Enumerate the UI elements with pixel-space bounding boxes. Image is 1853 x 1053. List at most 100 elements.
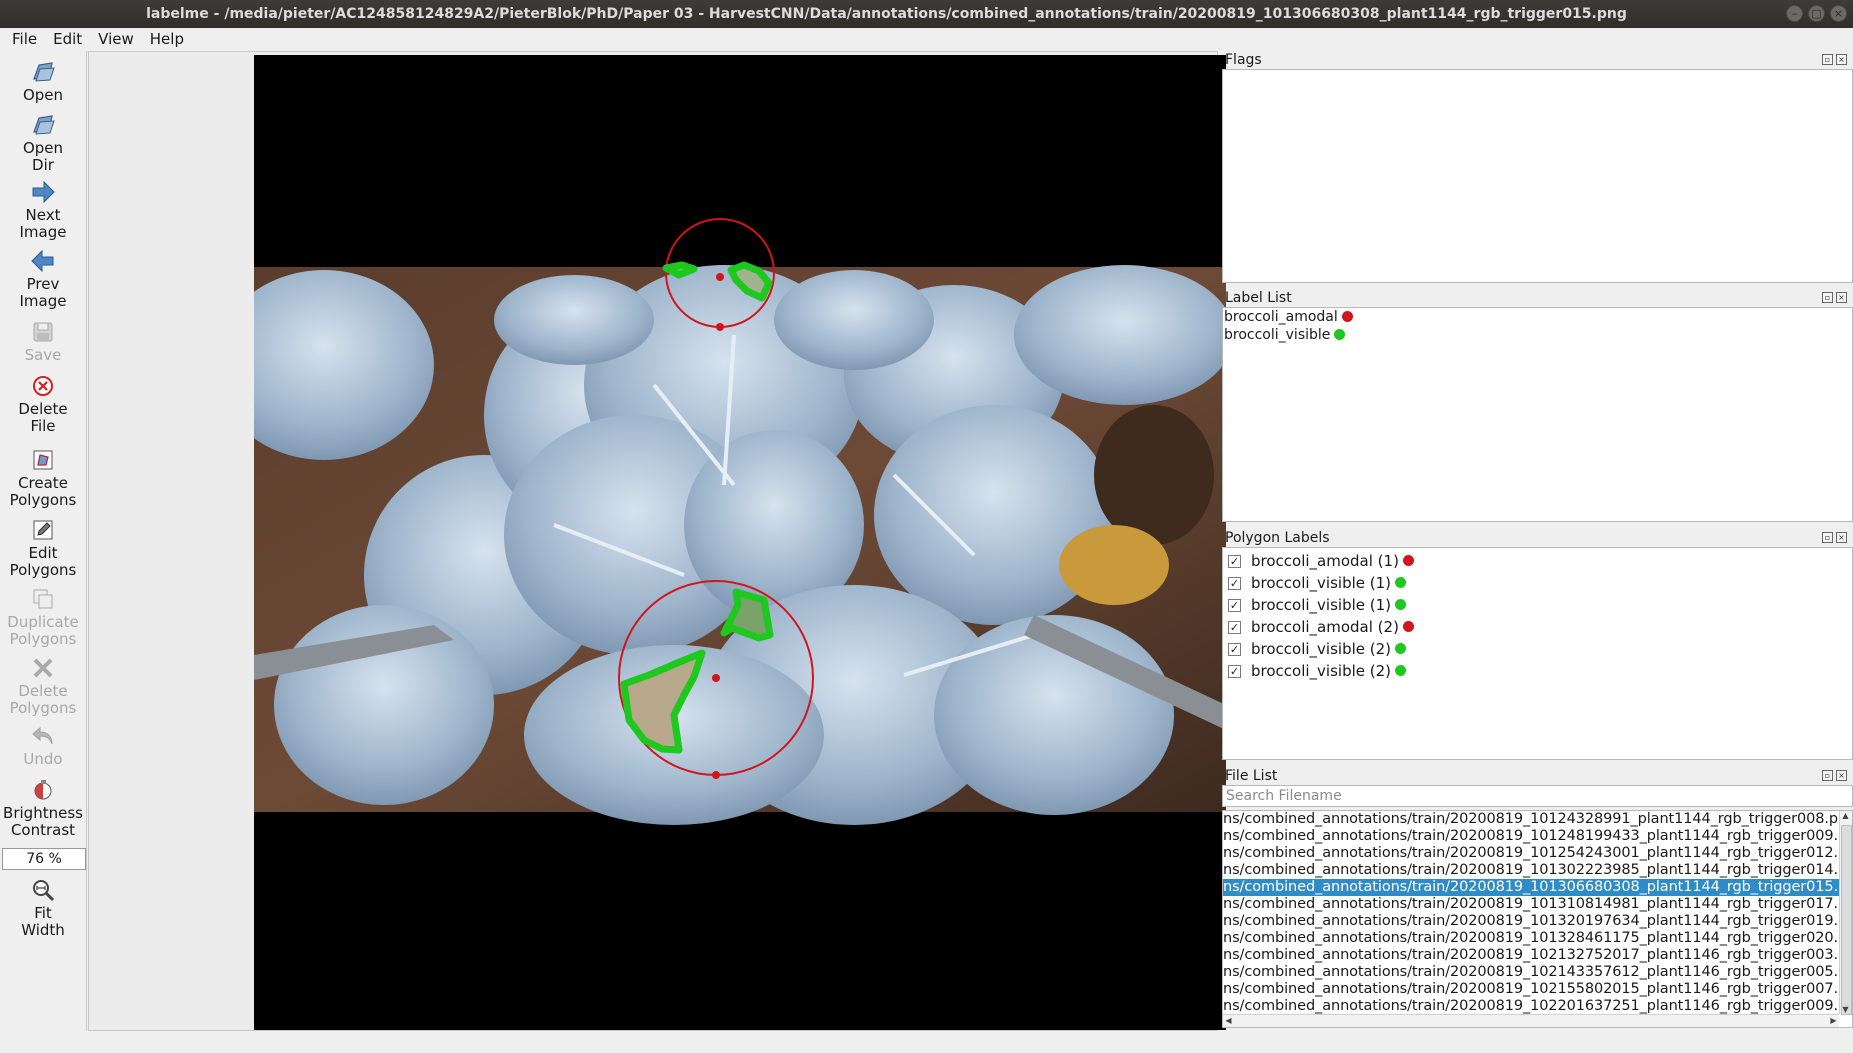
- close-icon[interactable]: ×: [1836, 54, 1847, 65]
- file-list-item[interactable]: ns/combined_annotations/train/20200819_1…: [1223, 998, 1852, 1015]
- open-dir-button[interactable]: Open Dir: [0, 112, 86, 174]
- vertical-scrollbar[interactable]: ▲ ▼: [1839, 811, 1852, 1015]
- save-label: Save: [24, 346, 62, 364]
- file-list-title: File List ▫ ×: [1222, 767, 1853, 785]
- menu-file[interactable]: File: [4, 28, 45, 50]
- create-polygons-label-2: Polygons: [9, 491, 77, 509]
- polygon-label: broccoli_amodal (2): [1251, 618, 1399, 636]
- file-list[interactable]: ns/combined_annotations/train/20200819_1…: [1222, 810, 1853, 1028]
- float-icon[interactable]: ▫: [1822, 532, 1833, 543]
- brightness-label-2: Contrast: [10, 821, 76, 839]
- brightness-contrast-button[interactable]: Brightness Contrast: [0, 777, 86, 839]
- float-icon[interactable]: ▫: [1822, 54, 1833, 65]
- next-label-2: Image: [19, 223, 67, 241]
- delete-file-button[interactable]: Delete File: [0, 373, 86, 435]
- file-list-item[interactable]: ns/combined_annotations/train/20200819_1…: [1223, 947, 1852, 964]
- fit-width-label-2: Width: [21, 921, 65, 939]
- checkbox[interactable]: ✓: [1228, 620, 1241, 634]
- scroll-right-icon[interactable]: ▶: [1828, 1016, 1839, 1025]
- close-button[interactable]: ×: [1830, 5, 1847, 22]
- scroll-thumb[interactable]: [1841, 825, 1852, 1015]
- annotation-canvas[interactable]: [254, 55, 1226, 1030]
- window-title: labelme - /media/pieter/AC124858124829A2…: [146, 6, 1627, 22]
- scroll-down-icon[interactable]: ▼: [1840, 1005, 1851, 1014]
- open-dir-label-2: Dir: [32, 156, 54, 174]
- open-dir-label-1: Open: [22, 139, 64, 157]
- left-toolbar: Open Open Dir Next Image Prev Image Save…: [0, 51, 87, 1031]
- polygon-labels-dock: Polygon Labels ▫ × ✓ broccoli_amodal (1) ✓…: [1222, 529, 1853, 760]
- canvas-area[interactable]: [88, 51, 1226, 1031]
- color-dot-icon: [1395, 664, 1407, 676]
- save-button[interactable]: Save: [0, 319, 86, 364]
- list-item[interactable]: ✓ broccoli_visible (1): [1223, 594, 1852, 616]
- delete-polygons-label-2: Polygons: [9, 699, 77, 717]
- menu-view[interactable]: View: [90, 28, 142, 50]
- flags-list[interactable]: [1222, 69, 1853, 283]
- maximize-button[interactable]: ▢: [1808, 5, 1825, 22]
- save-icon: [33, 322, 53, 342]
- flags-dock: Flags ▫ ×: [1222, 51, 1853, 283]
- label-list[interactable]: broccoli_amodal broccoli_visible: [1222, 307, 1853, 522]
- float-icon[interactable]: ▫: [1822, 770, 1833, 781]
- open-dir-icon: [33, 115, 55, 135]
- float-icon[interactable]: ▫: [1822, 292, 1833, 303]
- zoom-input[interactable]: 76 %: [2, 848, 86, 870]
- flags-title: Flags ▫ ×: [1222, 51, 1853, 69]
- menu-help[interactable]: Help: [142, 28, 192, 50]
- list-item[interactable]: broccoli_amodal: [1223, 308, 1852, 326]
- close-icon[interactable]: ×: [1836, 292, 1847, 303]
- file-list-item[interactable]: ns/combined_annotations/train/20200819_1…: [1223, 964, 1852, 981]
- search-filename-input[interactable]: Search Filename: [1222, 785, 1853, 807]
- polygon-labels-title: Polygon Labels ▫ ×: [1222, 529, 1853, 547]
- polygon-label: broccoli_amodal (1): [1251, 552, 1399, 570]
- list-item[interactable]: ✓ broccoli_amodal (1): [1223, 550, 1852, 572]
- color-dot-icon: [1341, 310, 1353, 322]
- undo-button[interactable]: Undo: [0, 723, 86, 768]
- delete-polygons-button[interactable]: Delete Polygons: [0, 655, 86, 717]
- file-list-item[interactable]: ns/combined_annotations/train/20200819_1…: [1223, 828, 1852, 845]
- close-icon[interactable]: ×: [1836, 770, 1847, 781]
- file-list-item[interactable]: ns/combined_annotations/train/20200819_1…: [1223, 845, 1852, 862]
- fit-width-button[interactable]: Fit Width: [0, 877, 86, 939]
- file-list-item[interactable]: ns/combined_annotations/train/20200819_1…: [1223, 862, 1852, 879]
- file-list-item[interactable]: ns/combined_annotations/train/20200819_1…: [1223, 930, 1852, 947]
- menu-bar: File Edit View Help: [0, 28, 1853, 50]
- arrow-left-icon: [31, 249, 54, 273]
- file-list-title-text: File List: [1225, 768, 1278, 784]
- list-item[interactable]: ✓ broccoli_visible (2): [1223, 660, 1852, 682]
- open-file-icon: [33, 62, 55, 82]
- scroll-left-icon[interactable]: ◀: [1223, 1016, 1234, 1025]
- prev-image-button[interactable]: Prev Image: [0, 248, 86, 310]
- file-list-item[interactable]: ns/combined_annotations/train/20200819_1…: [1223, 896, 1852, 913]
- horizontal-scrollbar[interactable]: ◀ ▶: [1223, 1014, 1839, 1027]
- minimize-button[interactable]: –: [1786, 5, 1803, 22]
- file-list-item[interactable]: ns/combined_annotations/train/20200819_1…: [1223, 913, 1852, 930]
- scroll-up-icon[interactable]: ▲: [1840, 811, 1851, 820]
- checkbox[interactable]: ✓: [1228, 598, 1241, 612]
- color-dot-icon: [1402, 620, 1414, 632]
- prev-label-2: Image: [19, 292, 67, 310]
- create-polygons-button[interactable]: Create Polygons: [0, 447, 86, 509]
- list-item[interactable]: ✓ broccoli_visible (1): [1223, 572, 1852, 594]
- checkbox[interactable]: ✓: [1228, 554, 1241, 568]
- polygon-labels-list[interactable]: ✓ broccoli_amodal (1) ✓ broccoli_visible (…: [1222, 547, 1853, 760]
- menu-edit[interactable]: Edit: [45, 28, 90, 50]
- file-list-item[interactable]: ns/combined_annotations/train/20200819_1…: [1223, 981, 1852, 998]
- checkbox[interactable]: ✓: [1228, 642, 1241, 656]
- duplicate-polygons-button[interactable]: Duplicate Polygons: [0, 586, 86, 648]
- file-list-item[interactable]: ns/combined_annotations/train/20200819_1…: [1223, 811, 1852, 828]
- list-item[interactable]: ✓ broccoli_visible (2): [1223, 638, 1852, 660]
- color-dot-icon: [1395, 576, 1407, 588]
- undo-icon: [32, 726, 53, 745]
- checkbox[interactable]: ✓: [1228, 576, 1241, 590]
- checkbox[interactable]: ✓: [1228, 664, 1241, 678]
- list-item[interactable]: broccoli_visible: [1223, 326, 1852, 344]
- edit-polygons-button[interactable]: Edit Polygons: [0, 517, 86, 579]
- close-icon[interactable]: ×: [1836, 532, 1847, 543]
- file-list-item[interactable]: ns/combined_annotations/train/20200819_1…: [1223, 879, 1852, 896]
- next-image-button[interactable]: Next Image: [0, 179, 86, 241]
- prev-label-1: Prev: [26, 275, 60, 293]
- list-item[interactable]: ✓ broccoli_amodal (2): [1223, 616, 1852, 638]
- color-dot-icon: [1395, 598, 1407, 610]
- open-button[interactable]: Open: [0, 59, 86, 104]
